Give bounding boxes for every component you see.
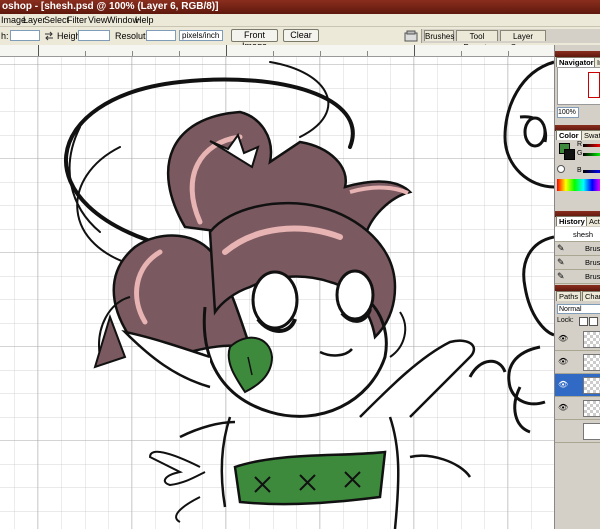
eye-icon[interactable]: 👁 — [558, 380, 568, 389]
history-snapshot-label: shesh — [573, 230, 594, 239]
channel-r-label: R — [577, 141, 583, 148]
menu-view[interactable]: View — [88, 15, 107, 25]
background-color-swatch[interactable] — [564, 149, 575, 160]
tab-history[interactable]: History — [556, 216, 588, 226]
brush-icon: ✎ — [557, 257, 565, 267]
navigator-view-box[interactable] — [588, 72, 600, 98]
history-item-label: Brush — [585, 272, 600, 281]
layer-thumbnail — [583, 354, 600, 371]
well-tab-layer-comps[interactable]: Layer Comps — [500, 30, 546, 52]
slider-b[interactable] — [583, 170, 600, 173]
height-field[interactable] — [78, 30, 110, 41]
horizontal-ruler — [0, 45, 554, 57]
tab-navigator[interactable]: Navigator — [556, 57, 597, 67]
lock-pixels-checkbox[interactable] — [589, 317, 598, 326]
options-bar: h: Height: Resolution: pixels/inch Front… — [0, 27, 600, 52]
channel-g-label: G — [577, 150, 583, 157]
layer-row[interactable]: 👁 — [555, 328, 600, 351]
slider-r[interactable] — [583, 144, 600, 147]
color-ramp[interactable] — [557, 179, 600, 191]
swap-icon[interactable] — [44, 31, 54, 41]
history-item-label: Brush — [585, 244, 600, 253]
layer-row[interactable]: 👁 — [555, 397, 600, 420]
slider-g[interactable] — [583, 153, 600, 156]
artwork — [0, 57, 554, 529]
history-item[interactable]: ✎ Brush — [555, 255, 600, 270]
palette-dock: Navigator In 100% Color Swatc R G B Hist… — [554, 45, 600, 529]
history-item-label: Brush — [585, 258, 600, 267]
navigator-thumbnail[interactable] — [557, 67, 600, 105]
width-label: h: — [1, 31, 9, 41]
layer-row[interactable] — [555, 420, 600, 443]
warning-icon[interactable] — [557, 165, 565, 173]
layer-thumbnail — [583, 377, 600, 394]
palette-well-icon[interactable] — [404, 30, 418, 42]
menu-filter[interactable]: Filter — [67, 15, 87, 25]
tab-swatches[interactable]: Swatc — [581, 130, 600, 140]
menu-help[interactable]: Help — [135, 15, 154, 25]
history-item[interactable]: ✎ Brush — [555, 269, 600, 284]
tab-paths[interactable]: Paths — [556, 291, 582, 301]
layer-row-selected[interactable]: 👁 — [555, 374, 600, 397]
history-snapshot[interactable]: shesh — [555, 227, 600, 242]
blend-mode-select[interactable]: Normal — [557, 304, 600, 314]
channel-b-label: B — [577, 167, 582, 174]
well-tab-tool-presets[interactable]: Tool Presets — [456, 30, 498, 52]
clear-button[interactable]: Clear — [283, 29, 319, 42]
eye-icon[interactable]: 👁 — [558, 357, 568, 366]
menu-bar: Image Layer Select Filter View Window He… — [0, 14, 600, 27]
well-tab-brushes[interactable]: Brushes — [424, 30, 454, 41]
title-bar: oshop - [shesh.psd @ 100% (Layer 6, RGB/… — [0, 0, 600, 14]
brush-icon: ✎ — [557, 243, 565, 253]
tab-color[interactable]: Color — [556, 130, 582, 140]
eye-icon[interactable]: 👁 — [558, 403, 568, 412]
history-item[interactable]: ✎ Brush — [555, 241, 600, 256]
front-image-button[interactable]: Front Image — [231, 29, 278, 51]
window-title: oshop - [shesh.psd @ 100% (Layer 6, RGB/… — [2, 1, 219, 12]
eye-icon[interactable]: 👁 — [558, 334, 568, 343]
layer-thumbnail — [583, 331, 600, 348]
menu-select[interactable]: Select — [44, 15, 69, 25]
lock-transparency-checkbox[interactable] — [579, 317, 588, 326]
navigator-zoom-field[interactable]: 100% — [557, 107, 579, 118]
tab-actions[interactable]: Acti — [586, 216, 600, 226]
layer-row[interactable]: 👁 — [555, 351, 600, 374]
brush-icon: ✎ — [557, 271, 565, 281]
menu-layer[interactable]: Layer — [23, 15, 46, 25]
document-canvas[interactable] — [0, 57, 554, 529]
lock-label: Lock: — [557, 317, 574, 324]
unit-select[interactable]: pixels/inch — [179, 30, 223, 41]
ruler-ticks — [38, 45, 509, 56]
layer-thumbnail — [583, 400, 600, 417]
width-field[interactable] — [10, 30, 40, 41]
layer-thumbnail — [583, 423, 600, 440]
tab-info[interactable]: In — [594, 57, 600, 67]
resolution-field[interactable] — [146, 30, 176, 41]
tab-channels[interactable]: Chann — [582, 291, 600, 301]
palette-well: Brushes Tool Presets Layer Comps — [421, 29, 600, 52]
